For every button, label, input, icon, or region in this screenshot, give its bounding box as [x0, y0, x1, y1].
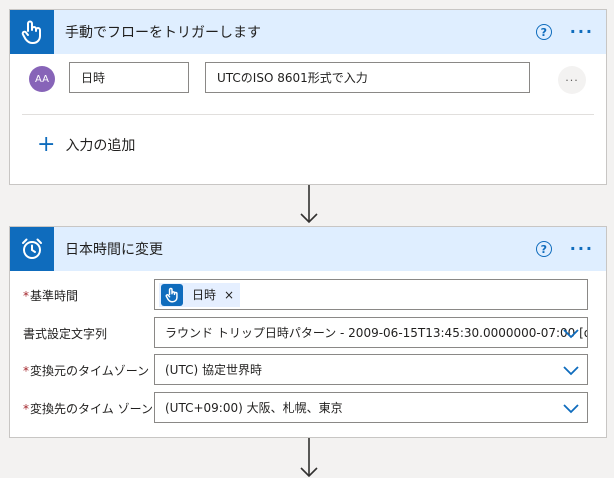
convert-timezone-card: 日本時間に変更 ? ··· *基準時間 日時 × 書式設定文字列 ラウンド トリ…	[9, 226, 607, 438]
chevron-down-icon[interactable]	[563, 364, 579, 376]
help-circle-icon[interactable]: ?	[535, 24, 552, 40]
flow-arrow-down-icon	[300, 438, 318, 478]
format-string-dropdown[interactable]: ラウンド トリップ日時パターン - 2009-06-15T13:45:30.00…	[154, 317, 588, 348]
close-icon[interactable]: ×	[224, 288, 234, 302]
trigger-card: 手動でフローをトリガーします ? ··· AA 日時 UTCのISO 8601形…	[9, 9, 607, 185]
more-options-icon[interactable]: ···	[570, 241, 594, 257]
destination-timezone-dropdown[interactable]: (UTC+09:00) 大阪、札幌、東京	[154, 392, 588, 423]
flow-arrow-down-icon	[300, 185, 318, 225]
token-label: 日時	[192, 288, 217, 302]
destination-timezone-value: (UTC+09:00) 大阪、札幌、東京	[165, 401, 343, 415]
chevron-down-icon[interactable]	[563, 327, 579, 339]
add-input-button[interactable]: + 入力の追加	[37, 132, 136, 157]
divider	[22, 114, 594, 115]
format-string-value: ラウンド トリップ日時パターン - 2009-06-15T13:45:30.00…	[165, 326, 588, 340]
input-options-button[interactable]: ···	[558, 66, 586, 94]
source-timezone-value: (UTC) 協定世界時	[165, 363, 262, 377]
touch-hand-icon	[161, 283, 183, 306]
more-options-icon[interactable]: ···	[570, 24, 594, 40]
destination-timezone-row: *変換先のタイム ゾーン (UTC+09:00) 大阪、札幌、東京	[10, 392, 606, 424]
alarm-clock-icon	[10, 227, 54, 271]
base-time-label: *基準時間	[23, 289, 79, 303]
format-string-label: 書式設定文字列	[23, 327, 108, 341]
format-string-row: 書式設定文字列 ラウンド トリップ日時パターン - 2009-06-15T13:…	[10, 317, 606, 349]
source-timezone-row: *変換元のタイムゾーン (UTC) 協定世界時	[10, 354, 606, 386]
base-time-field[interactable]: 日時 ×	[154, 279, 588, 310]
help-circle-icon[interactable]: ?	[535, 241, 552, 257]
trigger-card-header[interactable]: 手動でフローをトリガーします ? ···	[10, 10, 606, 54]
chevron-down-icon[interactable]	[563, 402, 579, 414]
source-timezone-dropdown[interactable]: (UTC) 協定世界時	[154, 354, 588, 385]
convert-card-header[interactable]: 日本時間に変更 ? ···	[10, 227, 606, 271]
input-name-field[interactable]: 日時	[69, 62, 189, 93]
input-description-field[interactable]: UTCのISO 8601形式で入力	[205, 62, 530, 93]
base-time-row: *基準時間 日時 ×	[10, 279, 606, 311]
destination-timezone-label: *変換先のタイム ゾーン	[23, 402, 153, 416]
required-mark: *	[23, 402, 29, 416]
trigger-input-row: AA 日時 UTCのISO 8601形式で入力 ···	[10, 62, 606, 94]
text-type-avatar-icon: AA	[29, 66, 55, 92]
add-input-label: 入力の追加	[65, 138, 136, 154]
plus-icon: +	[37, 132, 56, 157]
convert-title: 日本時間に変更	[65, 242, 163, 258]
source-timezone-label: *変換元のタイムゾーン	[23, 364, 150, 378]
trigger-title: 手動でフローをトリガーします	[65, 25, 261, 41]
datetime-token[interactable]: 日時 ×	[159, 282, 241, 307]
required-mark: *	[23, 289, 29, 303]
touch-hand-icon	[10, 10, 54, 54]
required-mark: *	[23, 364, 29, 378]
